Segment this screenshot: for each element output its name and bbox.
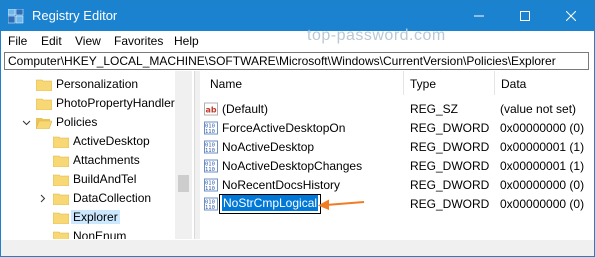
dword-value-icon: 010110 [204, 121, 218, 135]
svg-text:110: 110 [205, 205, 215, 211]
registry-editor-window: Registry Editor File Edit View Favorites… [0, 0, 595, 257]
svg-text:110: 110 [205, 186, 215, 192]
maximize-icon [520, 11, 530, 21]
column-header-data[interactable]: Data [501, 77, 526, 91]
value-type: REG_SZ [410, 102, 459, 116]
tree-item-label: ActiveDesktop [73, 134, 150, 148]
table-row-editing[interactable]: 010 110 NoStrCmpLogical REG_DWORD 0x00000… [200, 194, 591, 214]
minimize-button[interactable] [456, 1, 502, 31]
window-title: Registry Editor [32, 8, 118, 23]
value-type: REG_DWORD [410, 140, 490, 154]
folder-open-icon [36, 118, 52, 129]
folder-icon [36, 98, 52, 110]
tree-item-label: BuildAndTel [73, 172, 137, 186]
tree-scrollbar[interactable] [175, 71, 192, 239]
tree-item-label: Personalization [56, 77, 139, 91]
svg-text:110: 110 [205, 148, 215, 154]
tree-item-label: Explorer [71, 210, 120, 224]
close-icon [566, 11, 576, 21]
svg-text:110: 110 [205, 129, 215, 135]
values-list: Name Type Data ab (Default) REG_SZ (valu… [200, 71, 591, 239]
menu-edit[interactable]: Edit [41, 34, 62, 48]
folder-icon [53, 193, 69, 205]
string-value-icon: ab [204, 102, 218, 116]
registry-app-icon [8, 9, 24, 24]
value-data: 0x00000001 (1) [500, 159, 585, 173]
value-name: ForceActiveDesktopOn [222, 121, 346, 135]
scrollbar-thumb[interactable] [178, 175, 189, 192]
menu-help[interactable]: Help [174, 34, 199, 48]
value-data: 0x00000000 (0) [500, 121, 585, 135]
rename-input[interactable]: NoStrCmpLogical [219, 194, 322, 214]
folder-icon [53, 136, 69, 148]
selected-rename-text[interactable]: NoStrCmpLogical [222, 195, 319, 211]
minimize-icon [474, 15, 484, 17]
menu-favorites[interactable]: Favorites [114, 34, 163, 48]
tree-item-label: NonEnum [73, 229, 127, 239]
value-data: 0x00000000 (0) [500, 197, 585, 211]
value-name: NoActiveDesktopChanges [222, 159, 363, 173]
address-bar[interactable]: Computer\HKEY_LOCAL_MACHINE\SOFTWARE\Mic… [4, 52, 589, 70]
tree-item-label: Policies [56, 115, 98, 129]
table-row[interactable]: ab (Default) REG_SZ (value not set) [200, 100, 591, 119]
chevron-down-icon[interactable] [22, 118, 31, 127]
menu-file[interactable]: File [8, 34, 27, 48]
title-bar[interactable]: Registry Editor [1, 1, 594, 31]
chevron-right-icon[interactable] [38, 194, 47, 203]
maximize-button[interactable] [502, 1, 548, 31]
table-row[interactable]: 010 110 NoActiveDesktopChanges REG_DWORD … [200, 157, 591, 176]
value-type: REG_DWORD [410, 121, 490, 135]
close-button[interactable] [548, 1, 594, 31]
folder-icon [53, 212, 69, 224]
dword-value-icon: 010110 [204, 159, 218, 173]
registry-tree: Personalization PhotoPropertyHandler Pol… [4, 71, 193, 239]
column-header-name[interactable]: Name [210, 77, 242, 91]
dword-value-icon: 010110 [204, 140, 218, 154]
value-type: REG_DWORD [410, 197, 490, 211]
value-type: REG_DWORD [410, 178, 490, 192]
value-name: NoRecentDocsHistory [222, 178, 341, 192]
table-row[interactable]: 010 110 NoActiveDesktop REG_DWORD 0x00000… [200, 138, 591, 157]
annotation-arrow-icon [318, 199, 365, 210]
column-divider[interactable] [403, 71, 404, 95]
status-bar [1, 240, 594, 256]
svg-text:ab: ab [206, 106, 217, 115]
table-row[interactable]: 010 110 NoRecentDocsHistory REG_DWORD 0x0… [200, 176, 591, 195]
tree-item-label: Attachments [73, 153, 140, 167]
folder-icon [53, 231, 69, 239]
menu-view[interactable]: View [75, 34, 101, 48]
value-type: REG_DWORD [410, 159, 490, 173]
folder-icon [36, 79, 52, 91]
value-name: NoActiveDesktop [222, 140, 315, 154]
menu-bar: File Edit View Favorites Help [1, 31, 594, 51]
dword-value-icon: 010110 [204, 178, 218, 192]
value-data: (value not set) [500, 102, 577, 116]
tree-item-label: PhotoPropertyHandler [56, 96, 175, 110]
column-divider[interactable] [494, 71, 495, 95]
column-header-type[interactable]: Type [410, 77, 436, 91]
value-data: 0x00000000 (0) [500, 178, 585, 192]
watermark: top-password.com [307, 27, 446, 44]
value-name: (Default) [222, 102, 269, 116]
dword-value-icon: 010110 [204, 197, 218, 211]
folder-icon [53, 155, 69, 167]
tree-item-label: DataCollection [73, 191, 152, 205]
svg-text:110: 110 [205, 167, 215, 173]
list-header: Name Type Data [200, 71, 591, 95]
folder-icon [53, 174, 69, 186]
value-data: 0x00000001 (1) [500, 140, 585, 154]
table-row[interactable]: 010 110 ForceActiveDesktopOn REG_DWORD 0x… [200, 119, 591, 138]
